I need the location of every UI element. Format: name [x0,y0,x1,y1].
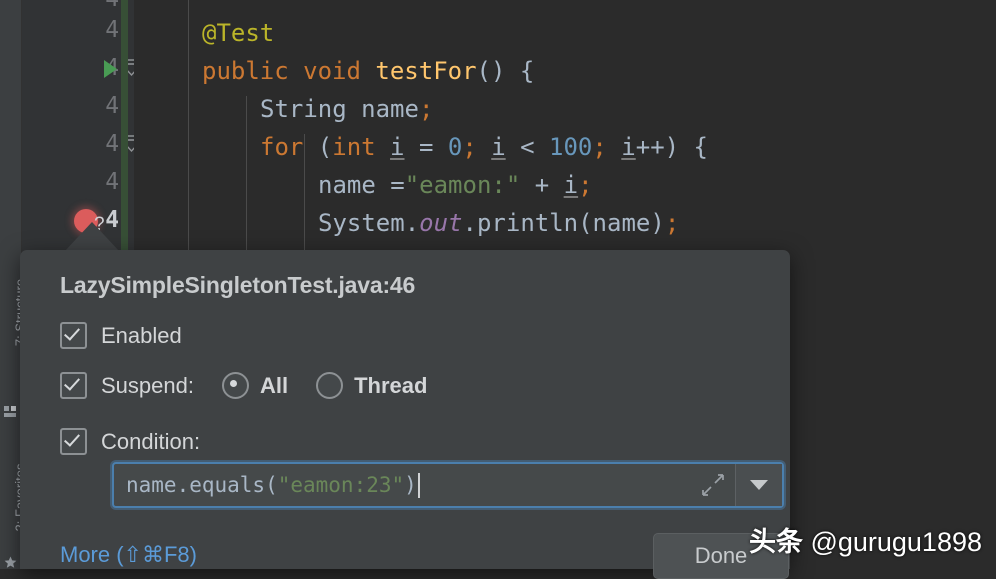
keyword-token: int [332,133,391,161]
watermark-source: 头条 [748,527,811,557]
string-literal-token: "eamon:" [404,171,521,199]
more-link[interactable]: More (⇧⌘F8) [60,542,197,568]
favorites-star-icon [4,556,17,568]
number-token: 0 [447,133,463,161]
suspend-checkbox[interactable] [60,372,87,399]
chevron-down-icon [750,480,768,490]
vcs-change-marker [121,0,128,250]
radio-thread-label: Thread [354,372,428,398]
local-var-token: i [491,133,506,161]
operator-token: = [390,171,405,199]
breakpoint-properties-dialog: LazySimpleSingletonTest.java:46 Enabled … [20,250,790,579]
annotation-token: @Test [202,19,275,47]
semicolon-token: ; [664,209,680,237]
local-var-token: i [621,133,636,161]
enabled-checkbox[interactable] [60,322,87,349]
keyword-token: public void [202,57,376,85]
condition-expression: name.equals("eamon:23") [126,473,417,497]
condition-input-field[interactable]: name.equals("eamon:23") [112,462,784,508]
left-tool-window-stripe: 7: Structure 2: Favorites [0,0,28,569]
operator-token: = [404,133,448,161]
expand-editor-button[interactable] [691,464,735,506]
code-line-45: name ="eamon:" + i; [318,166,593,204]
radio-all-label: All [259,372,289,398]
suspend-row[interactable]: Suspend: All Thread [60,372,427,399]
suspend-label: Suspend: [101,372,194,398]
local-var-token: i [390,133,405,161]
indent-guide [188,0,189,250]
static-field-token: out [419,209,463,237]
code-line-46: System.out.println(name); [318,204,679,242]
suspend-option-all[interactable]: All [221,372,289,399]
condition-label: Condition: [101,428,201,454]
run-test-arrow-icon[interactable] [104,60,117,78]
keyword-token: for [260,133,318,161]
enabled-label: Enabled [101,322,182,348]
punctuation-token: ++) { [635,133,708,161]
enabled-row[interactable]: Enabled [60,322,182,349]
operator-token: + [520,171,564,199]
text-caret [417,472,420,498]
condition-prefix: name.equals( [126,473,278,497]
semicolon-token: ; [578,171,593,199]
code-text-area[interactable]: @Test public void testFor() { String nam… [134,0,996,250]
popup-pointer [64,222,120,252]
class-token: System. [318,209,420,237]
watermark-handle: @gurugu1898 [810,527,982,557]
punctuation-token: () { [476,57,535,85]
code-line-42: public void testFor() { [202,52,534,90]
punctuation-token: ( [317,133,333,161]
local-var-token: i [563,171,579,199]
condition-string-literal: "eamon:23" [277,473,405,497]
radio-all[interactable] [221,372,249,399]
variable-token: name [318,171,391,199]
suspend-option-thread[interactable]: Thread [316,372,427,399]
semicolon-token: ; [418,95,434,123]
condition-history-dropdown-button[interactable] [735,464,782,506]
type-token: String [260,95,347,123]
semicolon-token: ; [462,133,492,161]
expand-editor-icon [702,474,724,496]
method-call-token: .println(name) [462,209,665,237]
condition-checkbox[interactable] [60,428,87,455]
radio-thread[interactable] [316,372,344,399]
code-line-43: String name; [260,90,433,128]
condition-text-wrap[interactable]: name.equals("eamon:23") [114,464,691,506]
dialog-title: LazySimpleSingletonTest.java:46 [60,272,416,298]
code-line-41: @Test [202,14,274,52]
structure-icon [4,406,16,417]
condition-suffix: ) [404,473,417,497]
code-line-44: for (int i = 0; i < 100; i++) { [260,128,708,166]
variable-token: name [346,95,419,123]
semicolon-token: ; [592,133,622,161]
number-token: 100 [549,133,593,161]
watermark: 头条 @gurugu1898 [749,520,982,559]
operator-token: < [505,133,550,161]
condition-row[interactable]: Condition: [60,428,200,455]
method-name-token: testFor [375,57,477,85]
indent-guide [246,96,247,250]
